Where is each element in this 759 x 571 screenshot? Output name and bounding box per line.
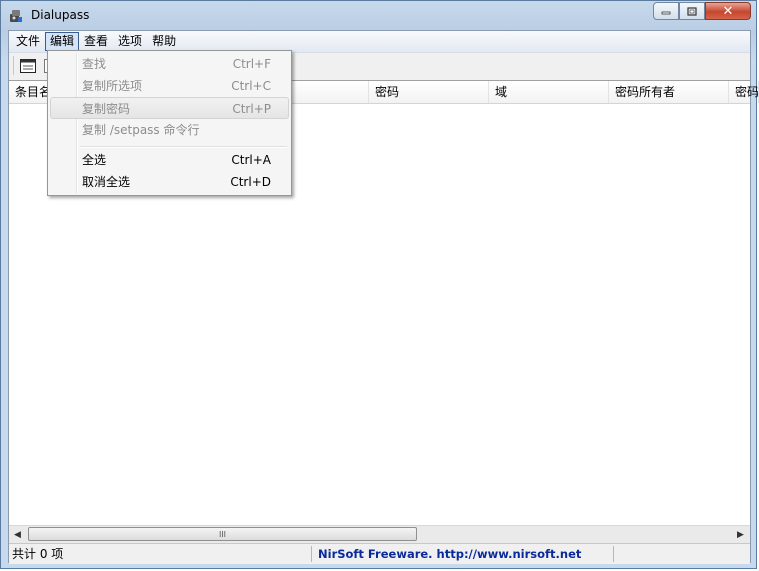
scroll-left-icon: ◀ (14, 529, 21, 540)
menu-item-copy-setpass[interactable]: 复制 /setpass 命令行 (50, 119, 289, 141)
menu-item-shortcut: Ctrl+D (230, 175, 271, 189)
menu-help[interactable]: 帮助 (147, 32, 181, 51)
scroll-grip-icon: III (218, 529, 227, 539)
menu-item-copy-password[interactable]: 复制密码 Ctrl+P (50, 97, 289, 119)
menu-item-label: 全选 (82, 153, 107, 167)
menu-item-select-all[interactable]: 全选 Ctrl+A (50, 149, 289, 171)
menu-options[interactable]: 选项 (113, 32, 147, 51)
menu-item-shortcut: Ctrl+P (232, 102, 271, 116)
column-password-extra[interactable]: 密码 (729, 81, 759, 103)
menu-edit[interactable]: 编辑 (45, 32, 80, 51)
menu-item-label: 复制 /setpass 命令行 (82, 123, 200, 137)
main-window: Dialupass ✕ 文件 编辑 查看 选项 帮助 条目名 密码 域 密码所有… (0, 0, 759, 569)
menu-item-copy-selected[interactable]: 复制所选项 Ctrl+C (50, 75, 289, 97)
minimize-icon (661, 11, 671, 15)
menu-separator (80, 146, 287, 148)
scroll-right-icon: ▶ (737, 529, 744, 540)
save-icon (20, 59, 36, 73)
horizontal-scrollbar[interactable]: ◀ III ▶ (9, 525, 750, 543)
menu-view[interactable]: 查看 (79, 32, 113, 51)
edit-menu-dropdown: 查找 Ctrl+F 复制所选项 Ctrl+C 复制密码 Ctrl+P 复制 /s… (47, 50, 292, 196)
close-button[interactable]: ✕ (705, 2, 751, 20)
maximize-button[interactable] (679, 2, 705, 20)
menu-item-label: 取消全选 (82, 175, 131, 189)
status-divider (311, 546, 312, 562)
column-domain[interactable]: 域 (489, 81, 609, 103)
status-bar: 共计 0 项 NirSoft Freeware. http://www.nirs… (9, 543, 750, 564)
menu-item-label: 复制密码 (82, 102, 131, 116)
caption-buttons: ✕ (653, 2, 751, 20)
nirsoft-link[interactable]: NirSoft Freeware. http://www.nirsoft.net (315, 546, 615, 562)
app-icon (10, 10, 22, 22)
column-password[interactable]: 密码 (369, 81, 489, 103)
close-icon: ✕ (722, 3, 734, 19)
menu-item-shortcut: Ctrl+F (232, 57, 271, 71)
menu-item-shortcut: Ctrl+A (231, 153, 271, 167)
menu-item-find[interactable]: 查找 Ctrl+F (50, 53, 289, 75)
title-bar[interactable]: Dialupass ✕ (1, 1, 756, 31)
window-title: Dialupass (31, 8, 90, 22)
minimize-button[interactable] (653, 2, 679, 20)
scroll-left-button[interactable]: ◀ (9, 526, 26, 543)
maximize-icon (687, 6, 697, 16)
menu-item-label: 查找 (82, 57, 107, 71)
column-password-owner[interactable]: 密码所有者 (609, 81, 729, 103)
status-item-count: 共计 0 项 (12, 547, 64, 561)
scroll-thumb[interactable]: III (28, 527, 417, 541)
menu-item-shortcut: Ctrl+C (231, 79, 271, 93)
menu-file[interactable]: 文件 (11, 32, 45, 51)
status-divider (613, 546, 614, 562)
menu-item-label: 复制所选项 (82, 79, 143, 93)
toolbar-grip (13, 56, 16, 75)
menu-item-deselect-all[interactable]: 取消全选 Ctrl+D (50, 171, 289, 193)
scroll-right-button[interactable]: ▶ (732, 526, 749, 543)
save-toolbar-button[interactable] (18, 56, 38, 76)
